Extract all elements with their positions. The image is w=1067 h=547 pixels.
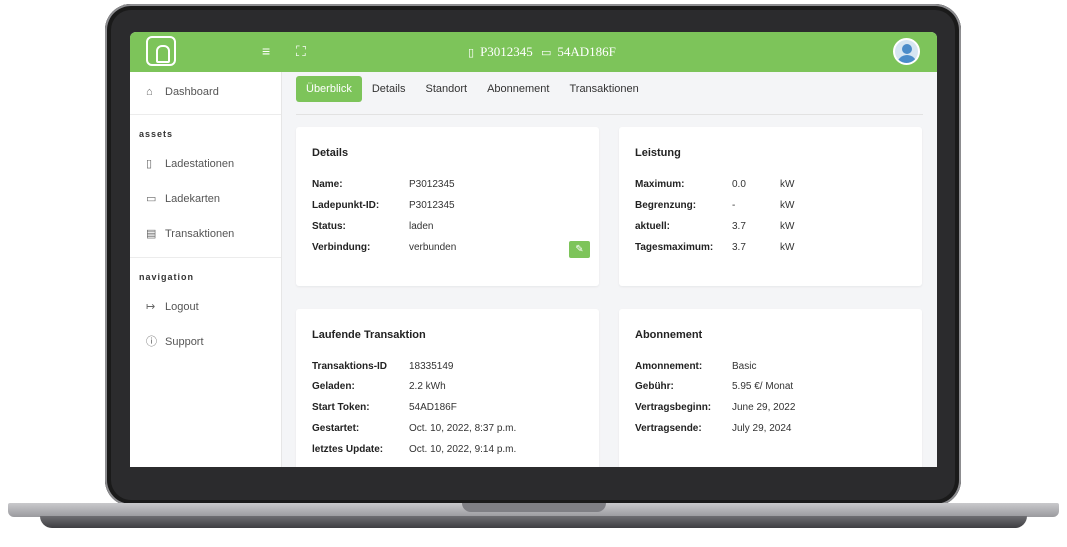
topbar: ≡ ⛶ ▯ P3012345 ▭ 54AD186F: [130, 32, 937, 72]
screen: ≡ ⛶ ▯ P3012345 ▭ 54AD186F ⌂ Dashboard as…: [130, 32, 937, 467]
row-value: Oct. 10, 2022, 8:37 p.m.: [409, 423, 517, 434]
laptop-base-bottom: [40, 516, 1027, 528]
card-title: Leistung: [635, 147, 681, 159]
row-label: Tagesmaximum:: [635, 242, 714, 253]
row-value: Oct. 10, 2022, 9:14 p.m.: [409, 444, 517, 455]
row-label: Name:: [312, 179, 343, 190]
row-value: 5.95 €/ Monat: [732, 381, 794, 392]
row-label: Gestartet:: [312, 423, 360, 434]
logo-icon[interactable]: [146, 36, 176, 66]
home-icon: ⌂: [146, 86, 153, 98]
sidebar-item-ladestationen[interactable]: ▯ Ladestationen: [146, 158, 234, 170]
row-value: 3.7: [732, 221, 746, 232]
row-value: P3012345: [409, 179, 455, 190]
sidebar-item-support[interactable]: ⓘ Support: [146, 336, 204, 348]
row-unit: kW: [780, 200, 795, 211]
row-label: Vertragsende:: [635, 423, 702, 434]
sidebar-item-label: Transaktionen: [165, 228, 235, 240]
sidebar: ⌂ Dashboard assets ▯ Ladestationen ▭ Lad…: [130, 72, 282, 467]
tab-bar: Überblick Details Standort Abonnement Tr…: [296, 76, 649, 102]
sidebar-item-dashboard[interactable]: ⌂ Dashboard: [146, 86, 219, 98]
card-title: Abonnement: [635, 329, 703, 341]
row-value: laden: [409, 221, 434, 232]
row-label: Transaktions-ID: [312, 361, 388, 372]
sidebar-item-label: Ladekarten: [165, 193, 221, 205]
edit-icon: ✎: [575, 244, 584, 255]
row-label: Amonnement:: [635, 361, 703, 372]
phone-icon: ▯: [468, 45, 475, 59]
row-unit: kW: [780, 179, 795, 190]
row-label: Status:: [312, 221, 346, 232]
sidebar-item-ladekarten[interactable]: ▭ Ladekarten: [146, 193, 220, 205]
card-icon: ▭: [146, 193, 157, 205]
edit-connection-button[interactable]: ✎: [569, 241, 590, 258]
card-title: Laufende Transaktion: [312, 329, 426, 341]
sidebar-item-logout[interactable]: ↦ Logout: [146, 301, 199, 313]
row-unit: kW: [780, 242, 795, 253]
row-value: 18335149: [409, 361, 454, 372]
document-icon: ▤: [146, 228, 157, 240]
divider: [130, 114, 281, 115]
row-label: Ladepunkt-ID:: [312, 200, 380, 211]
sidebar-item-label: Logout: [165, 301, 199, 313]
row-value: 0.0: [732, 179, 746, 190]
info-icon: ⓘ: [146, 336, 157, 348]
row-label: Verbindung:: [312, 242, 371, 253]
tab-divider: [296, 114, 923, 115]
laptop-notch: [462, 503, 606, 512]
row-value: -: [732, 200, 736, 211]
row-label: letztes Update:: [312, 444, 384, 455]
tab-details[interactable]: Details: [362, 76, 416, 102]
tab-ueberblick[interactable]: Überblick: [296, 76, 362, 102]
section-title-navigation: navigation: [139, 272, 195, 282]
row-label: aktuell:: [635, 221, 671, 232]
row-value: 54AD186F: [409, 402, 457, 413]
tab-abonnement[interactable]: Abonnement: [477, 76, 559, 102]
row-unit: kW: [780, 221, 795, 232]
divider: [130, 257, 281, 258]
row-label: Begrenzung:: [635, 200, 697, 211]
details-card: Details Name: P3012345 Ladepunkt-ID: P3012…: [296, 127, 599, 286]
card-id-badge: ▭ 54AD186F: [541, 44, 616, 60]
row-label: Start Token:: [312, 402, 370, 413]
row-value: Basic: [732, 361, 757, 372]
card-title: Details: [312, 147, 349, 159]
transaction-card: Laufende Transaktion Transaktions-ID 1833…: [296, 309, 599, 467]
row-value: P3012345: [409, 200, 455, 211]
sidebar-item-label: Support: [165, 336, 204, 348]
menu-icon[interactable]: ≡: [262, 43, 270, 59]
row-value: 3.7: [732, 242, 746, 253]
leistung-card: Leistung Maximum: 0.0 kW Begrenzung: - kW ak…: [619, 127, 922, 286]
row-label: Vertragsbeginn:: [635, 402, 712, 413]
logout-icon: ↦: [146, 301, 156, 313]
station-id: P3012345: [480, 44, 533, 59]
sidebar-item-label: Ladestationen: [165, 158, 235, 170]
row-label: Gebühr:: [635, 381, 674, 392]
abonnement-card: Abonnement Amonnement: Basic Gebühr: 5.95 …: [619, 309, 922, 467]
tab-transaktionen[interactable]: Transaktionen: [559, 76, 648, 102]
fullscreen-icon[interactable]: ⛶: [296, 43, 306, 60]
row-value: verbunden: [409, 242, 457, 253]
sidebar-item-transaktionen[interactable]: ▤ Transaktionen: [146, 228, 234, 240]
phone-icon: ▯: [146, 158, 153, 170]
row-value: July 29, 2024: [732, 423, 792, 434]
card-id: 54AD186F: [557, 44, 616, 59]
card-icon: ▭: [541, 45, 552, 59]
station-id-badge: ▯ P3012345: [468, 44, 533, 60]
row-value: 2.2 kWh: [409, 381, 446, 392]
avatar-icon[interactable]: [893, 38, 920, 65]
tab-standort[interactable]: Standort: [415, 76, 477, 102]
section-title-assets: assets: [139, 129, 174, 139]
sidebar-item-label: Dashboard: [165, 86, 219, 98]
row-label: Geladen:: [312, 381, 355, 392]
row-label: Maximum:: [635, 179, 685, 190]
row-value: June 29, 2022: [732, 402, 796, 413]
